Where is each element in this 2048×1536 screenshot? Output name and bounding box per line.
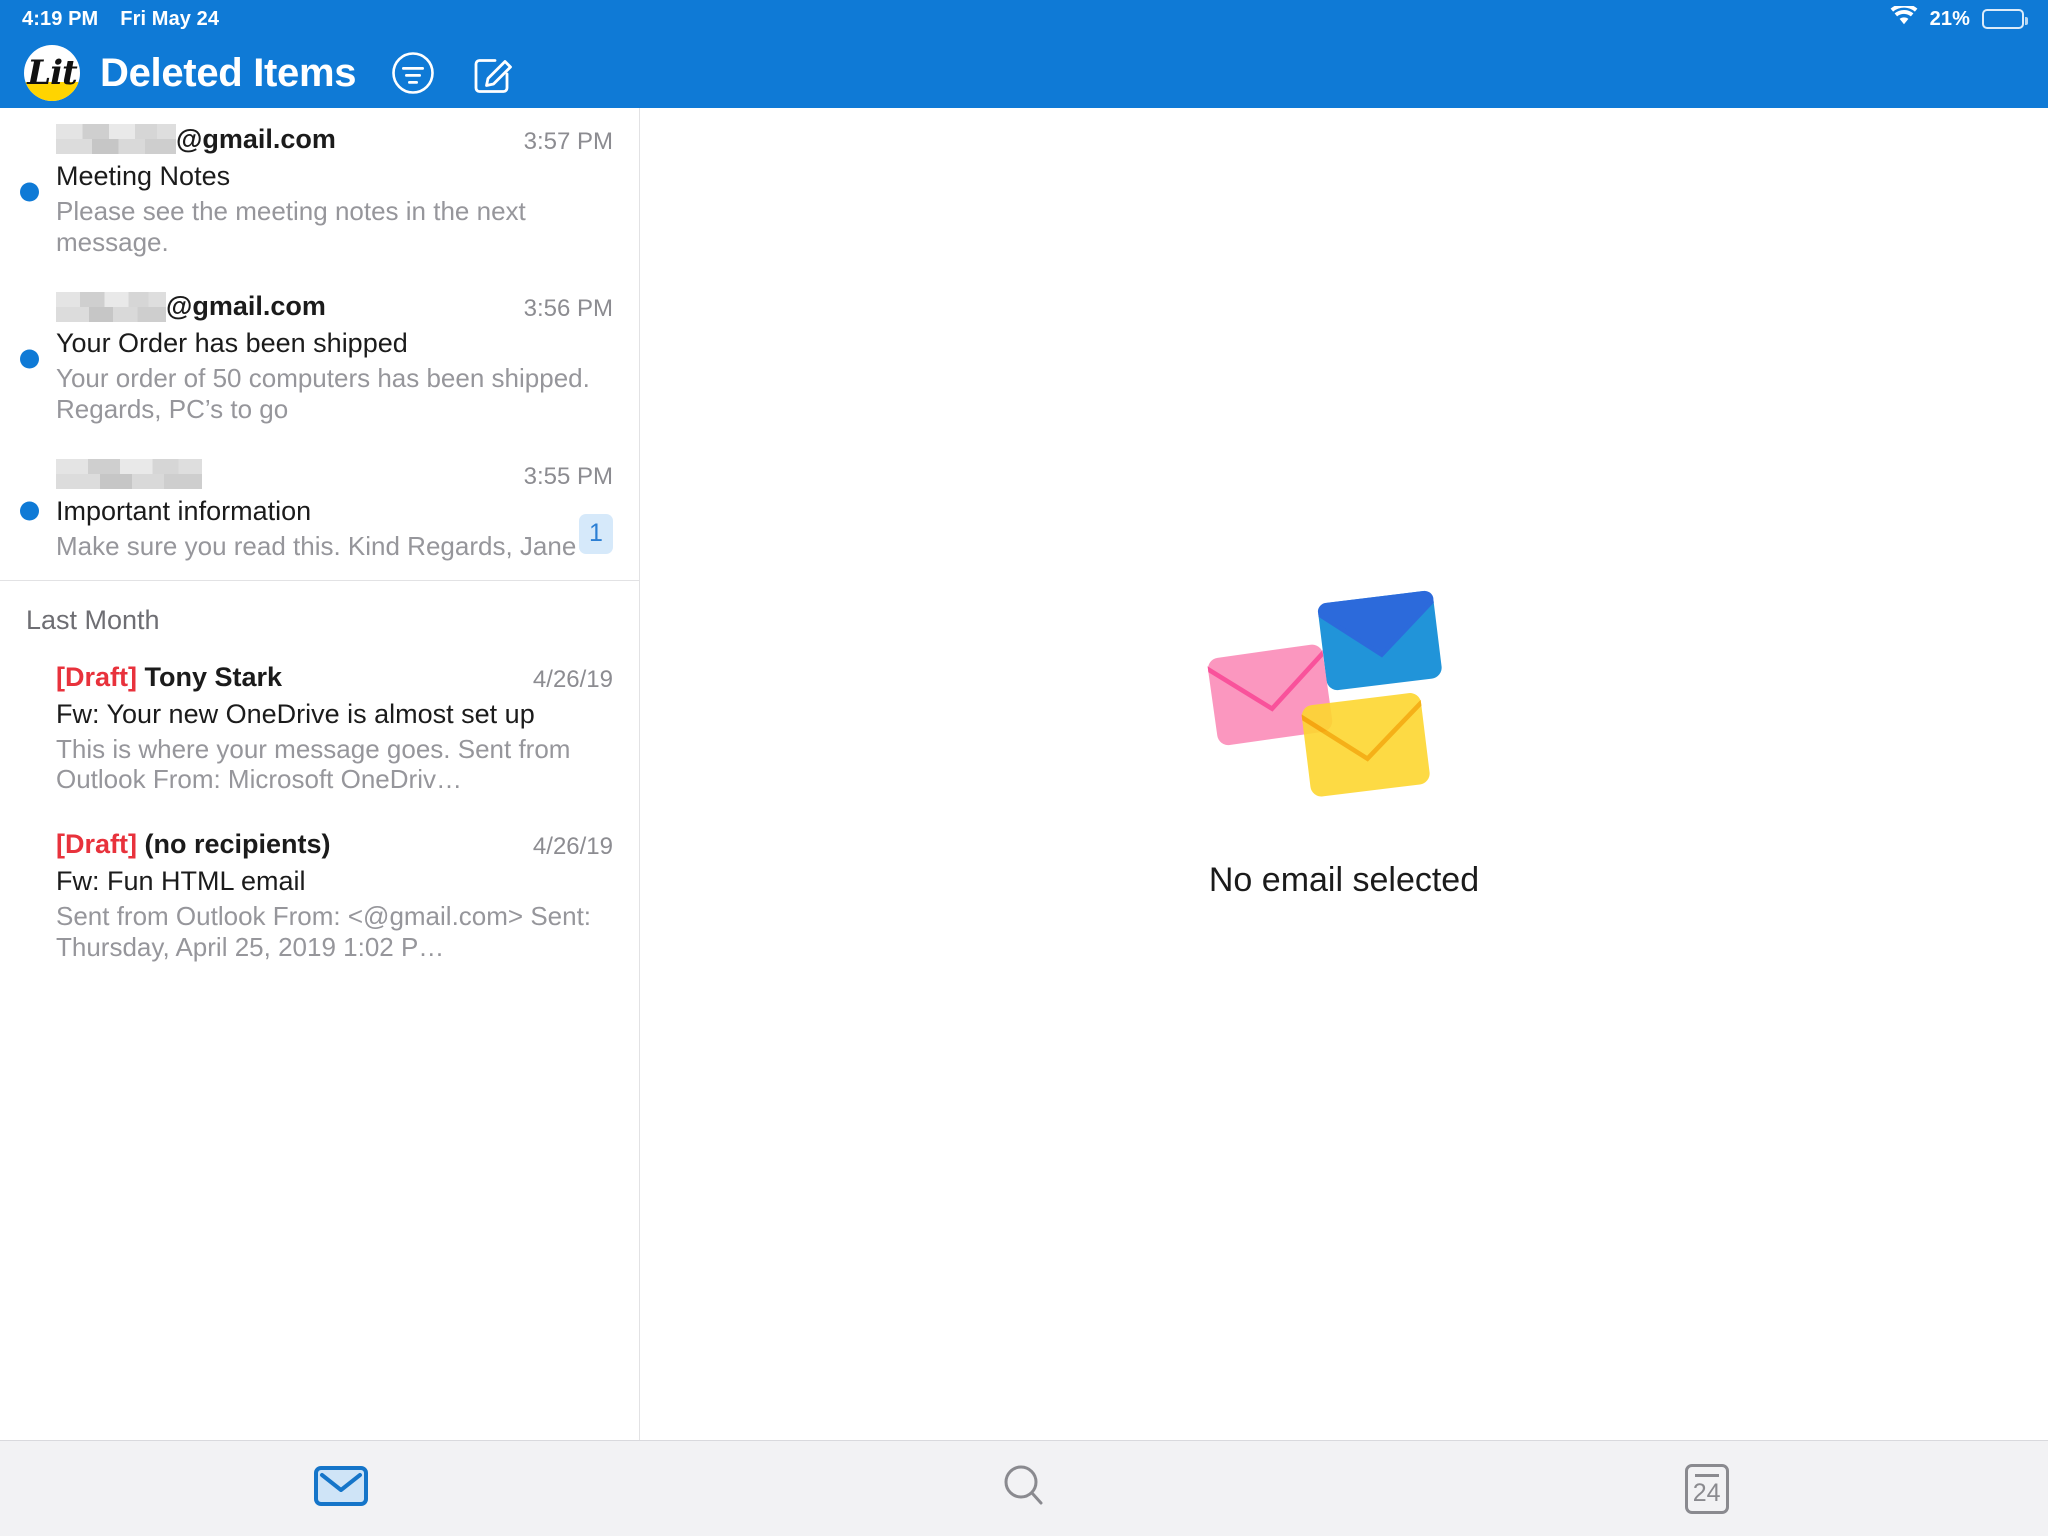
message-preview: Make sure you read this. Kind Regards, J… <box>56 531 601 562</box>
message-sender-text: Tony Stark <box>145 662 283 692</box>
message-timestamp: 4/26/19 <box>533 662 613 694</box>
message-subject: Fw: Your new OneDrive is almost set up <box>56 699 613 730</box>
message-list-item[interactable]: [Draft] Tony Stark 4/26/19 Fw: Your new On… <box>0 646 639 813</box>
compose-icon[interactable] <box>470 50 516 96</box>
message-list[interactable]: @gmail.com 3:57 PM Meeting Notes Please see… <box>0 108 640 1440</box>
thread-count-badge: 1 <box>579 514 613 554</box>
status-date: Fri May 24 <box>120 8 219 31</box>
message-list-item[interactable]: @gmail.com 3:57 PM Meeting Notes Please see… <box>0 108 639 275</box>
battery-percent: 21% <box>1930 8 1970 31</box>
empty-state-text: No email selected <box>1209 861 1479 900</box>
message-sender-text: @gmail.com <box>176 124 336 154</box>
message-header-row: @gmail.com 3:57 PM <box>56 124 613 156</box>
status-bar: 4:19 PM Fri May 24 21% <box>0 0 2048 38</box>
draft-tag: [Draft] <box>56 829 145 859</box>
message-preview: This is where your message goes. Sent fr… <box>56 734 601 795</box>
mail-icon <box>313 1464 369 1513</box>
draft-tag: [Draft] <box>56 662 145 692</box>
battery-icon <box>1982 9 2024 29</box>
page-title: Deleted Items <box>100 51 356 96</box>
message-list-item[interactable]: 3:55 PM Important information Make sure yo… <box>0 443 639 580</box>
filter-icon[interactable] <box>390 50 436 96</box>
message-timestamp: 3:57 PM <box>524 124 613 156</box>
message-list-item[interactable]: [Draft] (no recipients) 4/26/19 Fw: Fun HT… <box>0 813 639 980</box>
message-list-item[interactable]: @gmail.com 3:56 PM Your Order has been shi… <box>0 275 639 442</box>
message-timestamp: 4/26/19 <box>533 829 613 861</box>
message-subject: Your Order has been shipped <box>56 328 613 359</box>
message-sender-text: (no recipients) <box>145 829 331 859</box>
message-header-row: 3:55 PM <box>56 459 613 491</box>
nav-bar: Lit Deleted Items <box>0 38 2048 108</box>
message-group: Last Month [Draft] Tony Stark 4/26/19 Fw: Y… <box>0 580 639 981</box>
message-preview: Sent from Outlook From: <@gmail.com> Sen… <box>56 901 601 962</box>
status-bar-right: 21% <box>1890 6 2024 32</box>
redacted-sender-block <box>56 292 166 322</box>
tab-search[interactable] <box>683 1460 1366 1517</box>
message-preview: Please see the meeting notes in the next… <box>56 196 601 257</box>
message-header-row: @gmail.com 3:56 PM <box>56 291 613 323</box>
app-root: 4:19 PM Fri May 24 21% Lit Deleted Items <box>0 0 2048 1536</box>
redacted-sender-block <box>56 459 202 489</box>
message-subject: Fw: Fun HTML email <box>56 866 613 897</box>
message-header-row: [Draft] (no recipients) 4/26/19 <box>56 829 613 861</box>
message-sender: @gmail.com <box>56 291 326 321</box>
redacted-sender-block <box>56 124 176 154</box>
status-time: 4:19 PM <box>22 8 98 31</box>
tab-bar: 24 <box>0 1440 2048 1536</box>
tab-calendar[interactable]: 24 <box>1365 1464 2048 1514</box>
message-preview: Your order of 50 computers has been ship… <box>56 363 601 424</box>
tab-mail[interactable] <box>0 1464 683 1513</box>
calendar-day-label: 24 <box>1693 1481 1721 1506</box>
message-group-header: Last Month <box>0 581 639 646</box>
wifi-icon <box>1890 6 1918 32</box>
unread-dot <box>20 182 39 201</box>
message-sender: [Draft] (no recipients) <box>56 829 331 859</box>
message-sender-text: @gmail.com <box>166 291 326 321</box>
calendar-icon: 24 <box>1685 1464 1729 1514</box>
reading-pane: No email selected <box>640 108 2048 1440</box>
message-group: @gmail.com 3:57 PM Meeting Notes Please see… <box>0 108 639 580</box>
message-timestamp: 3:55 PM <box>524 459 613 491</box>
unread-dot <box>20 350 39 369</box>
main-body: @gmail.com 3:57 PM Meeting Notes Please see… <box>0 108 2048 1440</box>
search-icon <box>998 1460 1050 1517</box>
message-sender <box>56 459 202 489</box>
avatar-initials: Lit <box>27 56 77 90</box>
message-timestamp: 3:56 PM <box>524 291 613 323</box>
message-header-row: [Draft] Tony Stark 4/26/19 <box>56 662 613 694</box>
message-sender: [Draft] Tony Stark <box>56 662 282 692</box>
nav-actions <box>390 50 516 96</box>
message-subject: Important information <box>56 496 613 527</box>
avatar[interactable]: Lit <box>24 45 80 101</box>
envelopes-illustration <box>1194 579 1494 809</box>
unread-dot <box>20 502 39 521</box>
message-subject: Meeting Notes <box>56 161 613 192</box>
status-bar-left: 4:19 PM Fri May 24 <box>22 8 219 31</box>
message-sender: @gmail.com <box>56 124 336 154</box>
